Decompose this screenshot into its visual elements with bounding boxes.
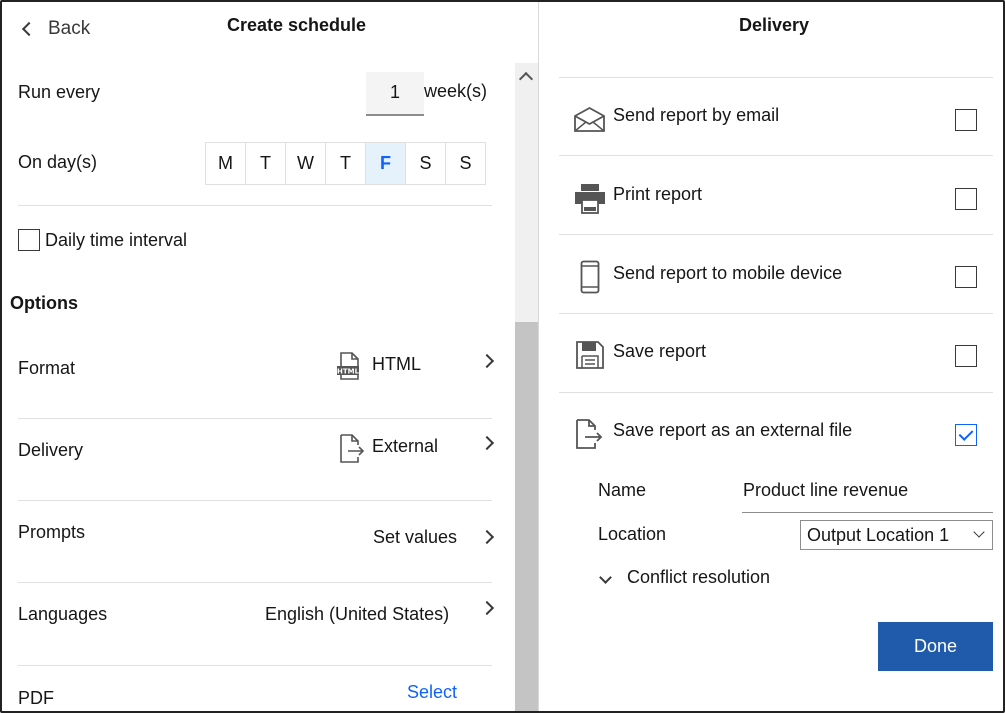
external-file-icon: [340, 434, 365, 463]
run-every-unit: week(s): [424, 81, 488, 101]
run-every-input[interactable]: 1: [366, 72, 424, 116]
divider: [18, 500, 492, 501]
chevron-down-icon: [973, 526, 985, 538]
schedule-dialog: Back Create schedule Run every 1 week(s)…: [0, 0, 1005, 713]
divider: [18, 665, 492, 666]
pdf-select-link[interactable]: Select: [407, 682, 457, 703]
svg-text:HTML: HTML: [337, 368, 360, 376]
daily-interval-label: Daily time interval: [45, 230, 188, 250]
panel-divider: [538, 2, 539, 711]
location-select[interactable]: Output Location 1: [800, 520, 993, 550]
name-label: Name: [598, 480, 647, 500]
scrollbar-thumb[interactable]: [515, 322, 538, 711]
external-file-checkbox[interactable]: [955, 424, 977, 446]
delivery-value: External: [372, 436, 439, 456]
done-button[interactable]: Done: [878, 622, 993, 671]
external-file-icon: [576, 419, 603, 449]
delivery-title: Delivery: [739, 15, 810, 35]
pdf-label: PDF: [18, 688, 54, 708]
email-icon: [574, 106, 605, 132]
day-monday[interactable]: M: [205, 142, 246, 185]
run-every-label: Run every: [18, 82, 101, 102]
divider: [559, 234, 993, 235]
options-heading: Options: [10, 293, 78, 313]
chevron-right-icon[interactable]: [479, 529, 495, 545]
divider: [559, 77, 993, 78]
back-label: Back: [48, 18, 91, 39]
name-input[interactable]: Product line revenue: [743, 480, 908, 501]
chevron-right-icon[interactable]: [479, 435, 495, 451]
divider: [18, 418, 492, 419]
email-label: Send report by email: [613, 105, 780, 125]
format-value: HTML: [372, 354, 421, 374]
mobile-checkbox[interactable]: [955, 266, 977, 288]
name-input-underline: [742, 512, 993, 513]
page-title: Create schedule: [227, 15, 367, 35]
save-icon: [576, 341, 604, 369]
chevron-right-icon[interactable]: [479, 600, 495, 616]
daily-interval-checkbox[interactable]: [18, 229, 40, 251]
day-wednesday[interactable]: W: [285, 142, 326, 185]
on-days-label: On day(s): [18, 152, 98, 172]
format-label: Format: [18, 358, 76, 378]
divider: [18, 582, 492, 583]
printer-icon: [575, 184, 605, 214]
prompts-value: Set values: [373, 527, 458, 547]
location-value: Output Location 1: [807, 525, 950, 545]
location-label: Location: [598, 524, 667, 544]
save-label: Save report: [613, 341, 707, 361]
day-tuesday[interactable]: T: [245, 142, 286, 185]
create-schedule-panel: Back Create schedule Run every 1 week(s)…: [2, 2, 539, 711]
chevron-left-icon: [21, 21, 37, 37]
languages-value: English (United States): [265, 604, 450, 624]
delivery-label: Delivery: [18, 440, 84, 460]
back-button[interactable]: Back: [21, 16, 91, 42]
chevron-right-icon[interactable]: [479, 353, 495, 369]
languages-label: Languages: [18, 604, 108, 624]
divider: [559, 155, 993, 156]
print-checkbox[interactable]: [955, 188, 977, 210]
day-friday[interactable]: F: [365, 142, 406, 185]
save-checkbox[interactable]: [955, 345, 977, 367]
day-saturday[interactable]: S: [405, 142, 446, 185]
divider: [18, 205, 492, 206]
day-thursday[interactable]: T: [325, 142, 366, 185]
divider: [559, 392, 993, 393]
external-file-label: Save report as an external file: [613, 420, 853, 440]
day-sunday[interactable]: S: [445, 142, 486, 185]
day-selector: M T W T F S S: [205, 142, 486, 185]
divider: [559, 313, 993, 314]
email-checkbox[interactable]: [955, 109, 977, 131]
chevron-down-icon[interactable]: [599, 571, 612, 584]
mobile-icon: [580, 260, 600, 294]
mobile-label: Send report to mobile device: [613, 263, 843, 283]
prompts-label: Prompts: [18, 522, 86, 542]
html-file-icon: HTML: [337, 352, 360, 380]
print-label: Print report: [613, 184, 703, 204]
conflict-resolution-toggle[interactable]: Conflict resolution: [627, 567, 770, 588]
